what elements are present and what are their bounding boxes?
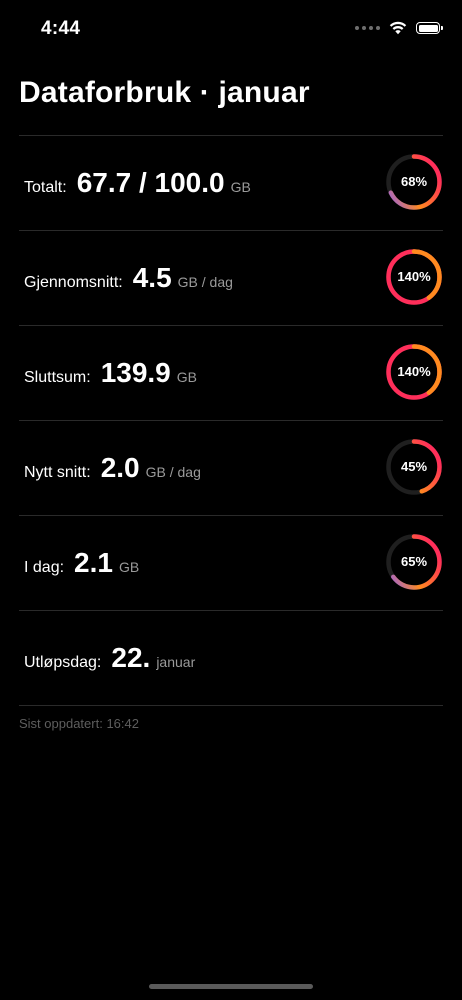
progress-ring: 65% bbox=[385, 533, 443, 591]
row-unit: GB / dag bbox=[145, 464, 201, 480]
usage-list: Totalt: 67.7 / 100.0 GB 68% Gjennomsnitt… bbox=[19, 135, 443, 706]
row-label: I dag: bbox=[24, 559, 65, 576]
status-bar: 4:44 bbox=[0, 0, 462, 58]
row-label: Gjennomsnitt: bbox=[24, 274, 123, 291]
progress-ring: 140% bbox=[385, 248, 443, 306]
row-value: 4.5 bbox=[132, 262, 172, 293]
battery-icon bbox=[416, 22, 443, 34]
progress-ring-label: 140% bbox=[397, 269, 431, 284]
status-time: 4:44 bbox=[41, 18, 81, 39]
progress-ring-label: 65% bbox=[400, 554, 428, 569]
row-expiry: Utløpsdag: 22. januar bbox=[19, 611, 443, 706]
progress-ring: 68% bbox=[385, 153, 443, 211]
row-value: 2.1 bbox=[74, 547, 113, 578]
progress-ring-label: 68% bbox=[400, 174, 428, 189]
row-unit: GB bbox=[230, 179, 251, 195]
status-icons bbox=[355, 21, 443, 35]
row-label: Utløpsdag: bbox=[24, 654, 102, 671]
row-label: Nytt snitt: bbox=[24, 464, 91, 481]
row-value: 139.9 bbox=[100, 357, 171, 388]
progress-ring: 45% bbox=[385, 438, 443, 496]
row-unit: januar bbox=[156, 654, 196, 670]
row-unit: GB bbox=[176, 369, 197, 385]
wifi-icon bbox=[389, 21, 407, 35]
row-average: Gjennomsnitt: 4.5 GB / dag 140% bbox=[19, 231, 443, 326]
cellular-signal-icon bbox=[355, 26, 380, 30]
row-label: Totalt: bbox=[24, 179, 67, 196]
last-updated-text: Sist oppdatert: 16:42 bbox=[19, 716, 139, 731]
row-today: I dag: 2.1 GB 65% bbox=[19, 516, 443, 611]
row-label: Sluttsum: bbox=[24, 369, 91, 386]
page-title: Dataforbruk · januar bbox=[19, 76, 310, 109]
row-value: 22. bbox=[111, 642, 151, 673]
row-unit: GB / dag bbox=[177, 274, 233, 290]
progress-ring-label: 140% bbox=[397, 364, 431, 379]
row-value: 67.7 / 100.0 bbox=[76, 167, 225, 198]
row-new-average: Nytt snitt: 2.0 GB / dag 45% bbox=[19, 421, 443, 516]
progress-ring: 140% bbox=[385, 343, 443, 401]
home-indicator bbox=[149, 984, 313, 989]
row-value: 2.0 bbox=[100, 452, 140, 483]
row-total: Totalt: 67.7 / 100.0 GB 68% bbox=[19, 136, 443, 231]
row-end-total: Sluttsum: 139.9 GB 140% bbox=[19, 326, 443, 421]
progress-ring-label: 45% bbox=[400, 459, 428, 474]
row-unit: GB bbox=[118, 559, 140, 575]
